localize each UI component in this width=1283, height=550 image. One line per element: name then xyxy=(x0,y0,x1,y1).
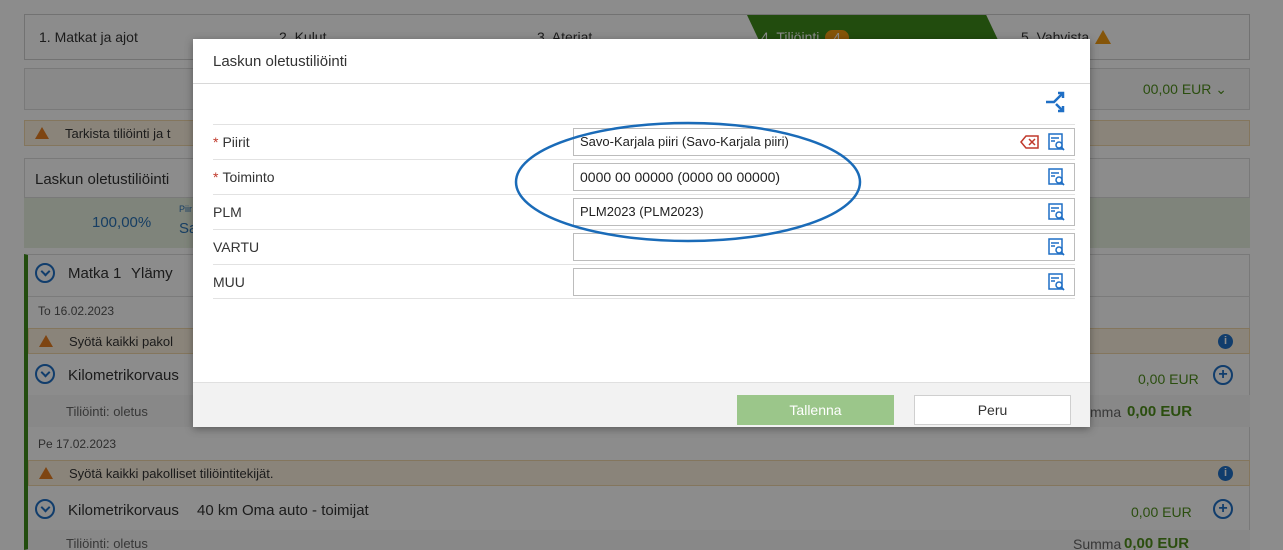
field-value: PLM2023 (PLM2023) xyxy=(580,204,704,219)
lookup-icon[interactable] xyxy=(1048,133,1066,151)
form-row-vartu: VARTU xyxy=(213,229,1075,264)
field-label: PLM xyxy=(213,204,242,220)
dialog-title: Laskun oletustiliöinti xyxy=(213,53,348,70)
required-marker: * xyxy=(213,169,219,185)
field-value: 0000 00 00000 (0000 00 00000) xyxy=(580,169,781,185)
piirit-field[interactable]: Savo-Karjala piiri (Savo-Karjala piiri) xyxy=(573,128,1075,156)
dialog-footer: Tallenna Peru xyxy=(193,382,1090,427)
form-row-plm: PLM PLM2023 (PLM2023) xyxy=(213,194,1075,229)
lookup-icon[interactable] xyxy=(1048,203,1066,221)
field-label-text: Piirit xyxy=(222,134,250,150)
cancel-button[interactable]: Peru xyxy=(914,395,1071,425)
field-label: * Toiminto xyxy=(213,169,275,185)
plm-field[interactable]: PLM2023 (PLM2023) xyxy=(573,198,1075,226)
muu-field[interactable] xyxy=(573,268,1075,296)
lookup-icon[interactable] xyxy=(1048,273,1066,291)
field-label-text: Toiminto xyxy=(222,169,275,185)
field-label: MUU xyxy=(213,274,245,290)
form-row-piirit: * Piirit Savo-Karjala piiri (Savo-Karjala… xyxy=(213,124,1075,159)
save-button[interactable]: Tallenna xyxy=(737,395,894,425)
field-label: * Piirit xyxy=(213,134,250,150)
form-row-muu: MUU xyxy=(213,264,1075,299)
divider xyxy=(213,298,1075,299)
field-value: Savo-Karjala piiri (Savo-Karjala piiri) xyxy=(580,134,789,149)
field-label: VARTU xyxy=(213,239,260,255)
toiminto-field[interactable]: 0000 00 00000 (0000 00 00000) xyxy=(573,163,1075,191)
lookup-icon[interactable] xyxy=(1048,238,1066,256)
split-icon[interactable] xyxy=(1043,89,1069,115)
vartu-field[interactable] xyxy=(573,233,1075,261)
clear-icon[interactable] xyxy=(1020,135,1040,149)
divider xyxy=(193,83,1090,84)
lookup-icon[interactable] xyxy=(1048,168,1066,186)
default-posting-dialog: Laskun oletustiliöinti * Piirit Savo-Karj… xyxy=(193,39,1090,427)
required-marker: * xyxy=(213,134,219,150)
form-row-toiminto: * Toiminto 0000 00 00000 (0000 00 00000) xyxy=(213,159,1075,194)
